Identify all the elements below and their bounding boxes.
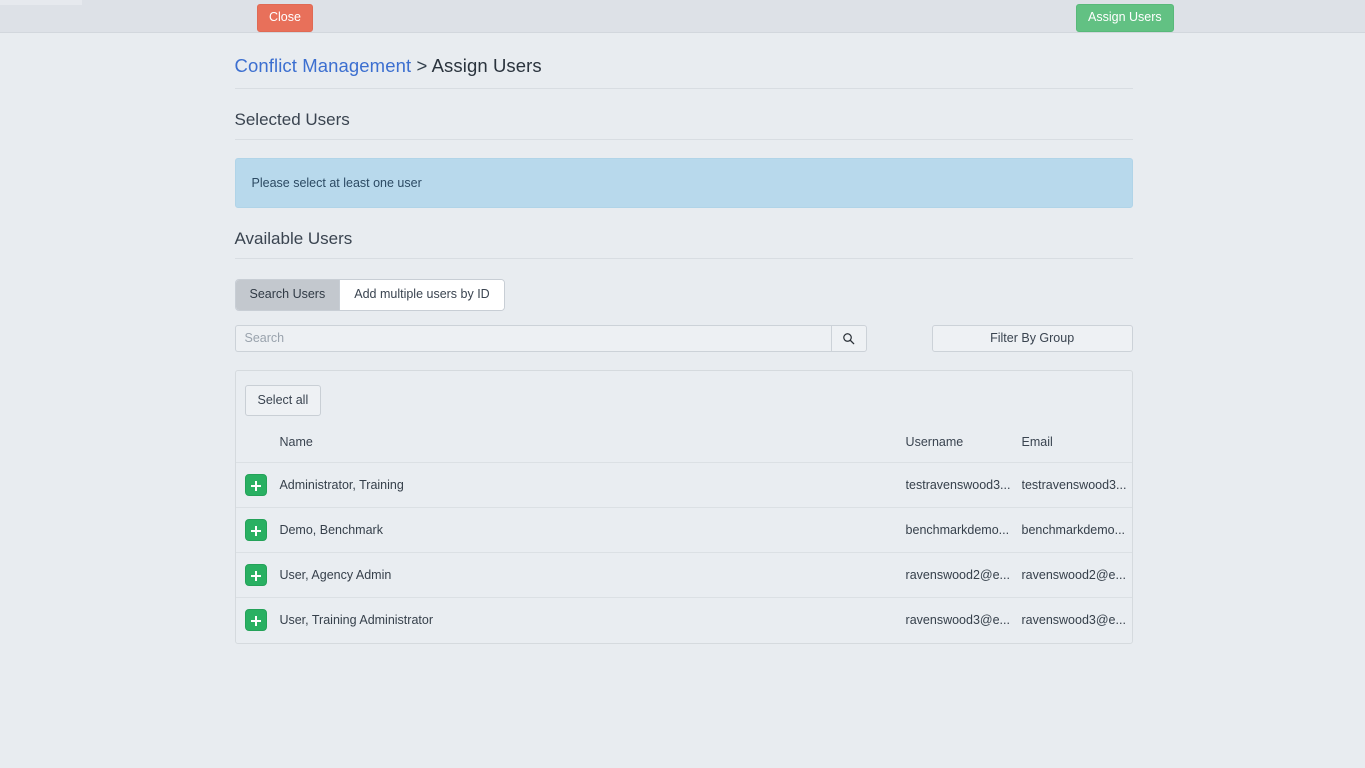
plus-icon[interactable]	[244, 609, 267, 632]
alert-message: Please select at least one user	[251, 176, 422, 190]
table-row: Administrator, Training testravenswood3.…	[235, 462, 1132, 508]
row-action-cell	[235, 462, 280, 508]
row-action-cell	[235, 597, 280, 643]
row-username-cell: ravenswood3@e...	[905, 597, 1022, 643]
breadcrumb-separator: >	[411, 55, 432, 76]
plus-icon[interactable]	[244, 564, 267, 586]
row-email-text: testravenswood3...	[1021, 478, 1127, 492]
select-all-button[interactable]: Select all	[244, 384, 322, 416]
row-name-cell: Administrator, Training	[279, 462, 906, 508]
row-action-cell	[235, 507, 280, 553]
row-username-text: testravenswood3...	[905, 478, 1011, 492]
table-header-row: Name Username Email	[236, 429, 1132, 463]
filter-by-group-button[interactable]: Filter By Group	[931, 324, 1133, 352]
table-row: User, Agency Admin ravenswood2@e... rave…	[235, 552, 1132, 598]
row-name-cell: User, Agency Admin	[279, 552, 906, 598]
close-button[interactable]: Close	[257, 4, 313, 32]
search-row: Filter By Group	[234, 324, 1133, 352]
tab-add-multiple-users-by-id[interactable]: Add multiple users by ID	[340, 280, 504, 310]
table-header: Name Username Email	[236, 429, 1132, 463]
row-email-text: benchmarkdemo...	[1021, 523, 1126, 537]
table-body: Administrator, Training testravenswood3.…	[235, 462, 1132, 643]
available-users-panel: Select all Name Username Email Administr…	[234, 369, 1133, 644]
search-icon	[843, 332, 855, 344]
table-row: User, Training Administrator ravenswood3…	[235, 597, 1132, 643]
row-username-cell: ravenswood2@e...	[905, 552, 1022, 598]
table-row: Demo, Benchmark benchmarkdemo... benchma…	[235, 507, 1132, 553]
row-username-text: ravenswood3@e...	[905, 613, 1010, 628]
row-email-cell: benchmarkdemo...	[1021, 507, 1132, 553]
row-username-cell: testravenswood3...	[905, 462, 1022, 508]
breadcrumb-current: Assign Users	[431, 55, 542, 76]
row-email-cell: ravenswood2@e...	[1021, 552, 1132, 598]
top-action-bar: Close Assign Users	[0, 0, 1365, 33]
search-button[interactable]	[830, 324, 867, 352]
row-email-text: ravenswood2@e...	[1021, 568, 1126, 582]
available-users-heading: Available Users	[234, 229, 1133, 259]
column-header-email: Email	[1021, 435, 1053, 449]
search-group	[234, 324, 867, 352]
row-username-text: ravenswood2@e...	[905, 568, 1010, 582]
row-email-text: ravenswood3@e...	[1021, 613, 1126, 628]
row-name-cell: User, Training Administrator	[279, 597, 906, 643]
assign-users-button[interactable]: Assign Users	[1076, 4, 1174, 32]
row-email-cell: testravenswood3...	[1021, 462, 1132, 508]
panel-header: Select all	[236, 371, 1132, 416]
available-users-table: Name Username Email Administrator, Train…	[235, 429, 1132, 643]
row-username-cell: benchmarkdemo...	[905, 507, 1022, 553]
selected-users-heading: Selected Users	[234, 110, 1133, 140]
available-users-tabs: Search Users Add multiple users by ID	[234, 279, 505, 311]
row-name-cell: Demo, Benchmark	[279, 507, 906, 553]
row-email-cell: ravenswood3@e...	[1021, 597, 1132, 643]
tab-search-users[interactable]: Search Users	[235, 280, 341, 310]
column-header-name: Name	[279, 435, 313, 449]
row-action-cell	[235, 552, 280, 598]
search-input[interactable]	[234, 324, 831, 352]
plus-icon[interactable]	[244, 474, 267, 496]
page-content: Conflict Management > Assign Users Selec…	[234, 33, 1133, 644]
row-username-text: benchmarkdemo...	[905, 523, 1010, 537]
column-header-username: Username	[905, 435, 964, 449]
breadcrumb: Conflict Management > Assign Users	[234, 55, 1133, 89]
breadcrumb-link-conflict-management[interactable]: Conflict Management	[235, 55, 412, 76]
top-left-strip	[0, 0, 82, 5]
selected-users-alert: Please select at least one user	[234, 158, 1133, 208]
plus-icon[interactable]	[244, 519, 267, 541]
